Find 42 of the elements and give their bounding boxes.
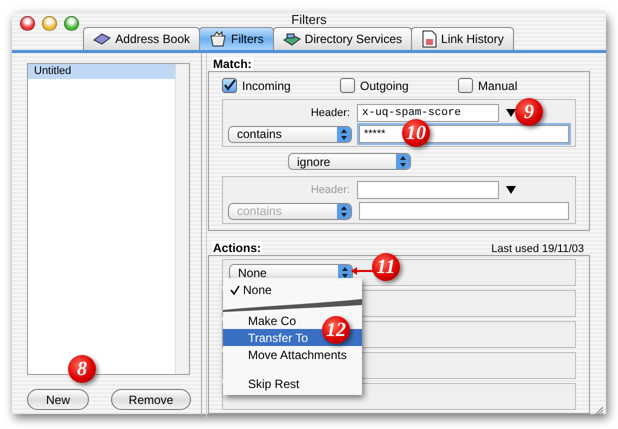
- header-field[interactable]: x-uq-spam-score: [357, 104, 499, 122]
- operator-popup[interactable]: contains: [228, 126, 352, 142]
- field-label: Header:: [310, 107, 350, 119]
- minimize-button[interactable]: [42, 16, 57, 31]
- checkbox[interactable]: [222, 78, 237, 93]
- menu-item[interactable]: Move Attachments: [223, 346, 362, 363]
- list-item[interactable]: Untitled: [28, 64, 175, 79]
- combinator-popup[interactable]: ignore: [288, 153, 411, 170]
- checkbox[interactable]: [340, 78, 355, 93]
- callout-arrow: [351, 267, 373, 275]
- checkbox-label: Incoming: [242, 78, 291, 92]
- menu-item[interactable]: Skip Rest: [223, 375, 362, 392]
- dropdown-triangle-icon[interactable]: [506, 109, 516, 117]
- value-field[interactable]: [359, 202, 569, 220]
- resize-grip-icon[interactable]: [593, 405, 604, 416]
- group-label: Match:: [212, 57, 253, 71]
- funnel-box-icon: [209, 31, 227, 47]
- last-used-text: Last used 19/11/03: [491, 243, 585, 255]
- checkbox-label: Outgoing: [360, 78, 409, 92]
- header-field[interactable]: [357, 181, 499, 199]
- group-label: Actions:: [212, 241, 262, 255]
- zoom-button[interactable]: [64, 16, 79, 31]
- new-button[interactable]: New: [27, 389, 89, 410]
- checkbox[interactable]: [458, 78, 473, 93]
- remove-button[interactable]: Remove: [111, 389, 191, 410]
- book-icon: [93, 32, 112, 46]
- popup-arrows-icon: [337, 204, 351, 218]
- field-label: Header:: [310, 184, 350, 196]
- popup-arrows-icon: [337, 126, 351, 142]
- menu-item[interactable]: None: [223, 281, 362, 298]
- checkbox-label: Manual: [478, 78, 518, 92]
- popup-arrows-icon: [396, 154, 410, 169]
- close-button[interactable]: [20, 16, 35, 31]
- tab[interactable]: Address Book: [83, 27, 200, 50]
- document-icon: [421, 30, 438, 48]
- books-icon: [282, 31, 301, 47]
- tab[interactable]: Directory Services: [272, 27, 412, 50]
- window-title: Filters: [291, 12, 327, 27]
- checkmark-icon: [230, 284, 240, 294]
- tab[interactable]: Link History: [411, 27, 514, 50]
- tab[interactable]: Filters: [199, 27, 274, 50]
- dropdown-triangle-icon[interactable]: [506, 186, 516, 194]
